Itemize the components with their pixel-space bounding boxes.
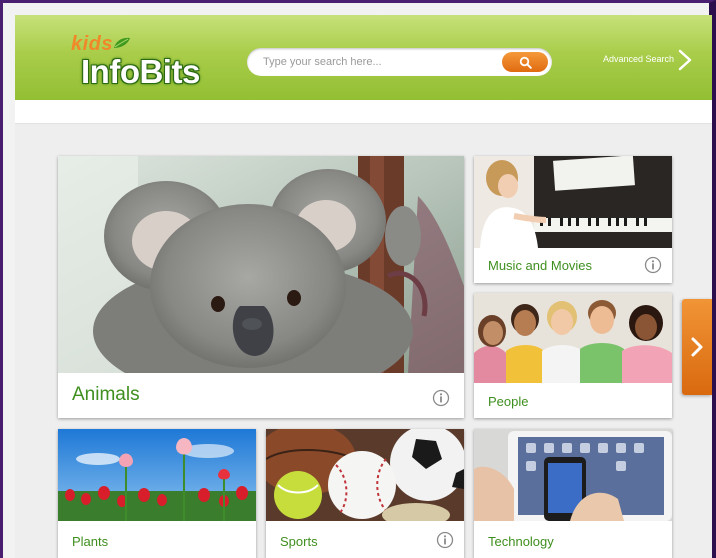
search-box (247, 48, 552, 76)
tile-plants[interactable]: Plants (58, 429, 256, 558)
girl-playing-piano-photo (474, 156, 672, 248)
sports-balls-photo (266, 429, 464, 521)
advanced-search-link[interactable]: Advanced Search (603, 54, 674, 64)
chevron-right-icon[interactable] (677, 49, 693, 71)
search-input[interactable] (263, 52, 493, 72)
tile-people-label[interactable]: People (488, 394, 528, 409)
search-icon (519, 56, 532, 69)
page-content: kids InfoBits Advanced Search (15, 15, 712, 558)
carousel-next-button[interactable] (682, 299, 712, 395)
leaf-icon (114, 37, 130, 48)
group-of-children-photo (474, 293, 672, 383)
tile-music-label[interactable]: Music and Movies (488, 258, 592, 273)
tile-animals[interactable]: Animals (58, 156, 464, 418)
tile-sports[interactable]: Sports (266, 429, 464, 558)
header-bar: kids InfoBits Advanced Search (15, 15, 712, 100)
tablet-and-phone-photo (474, 429, 672, 521)
chevron-right-icon (691, 337, 703, 357)
info-icon[interactable] (436, 531, 454, 549)
tile-technology[interactable]: Technology (474, 429, 672, 558)
koala-photo (58, 156, 464, 373)
info-icon[interactable] (432, 389, 450, 407)
tile-sports-label[interactable]: Sports (280, 534, 318, 549)
tile-animals-label[interactable]: Animals (72, 384, 140, 406)
subheader-bar (15, 100, 712, 124)
tile-technology-label[interactable]: Technology (488, 534, 554, 549)
tile-music-and-movies[interactable]: Music and Movies (474, 156, 672, 283)
tile-people[interactable]: People (474, 293, 672, 418)
tile-plants-label[interactable]: Plants (72, 534, 108, 549)
tulip-field-photo (58, 429, 256, 521)
logo-infobits-text: InfoBits (81, 53, 200, 90)
info-icon[interactable] (644, 256, 662, 274)
app-frame: kids InfoBits Advanced Search (0, 0, 716, 558)
search-button[interactable] (502, 52, 548, 72)
